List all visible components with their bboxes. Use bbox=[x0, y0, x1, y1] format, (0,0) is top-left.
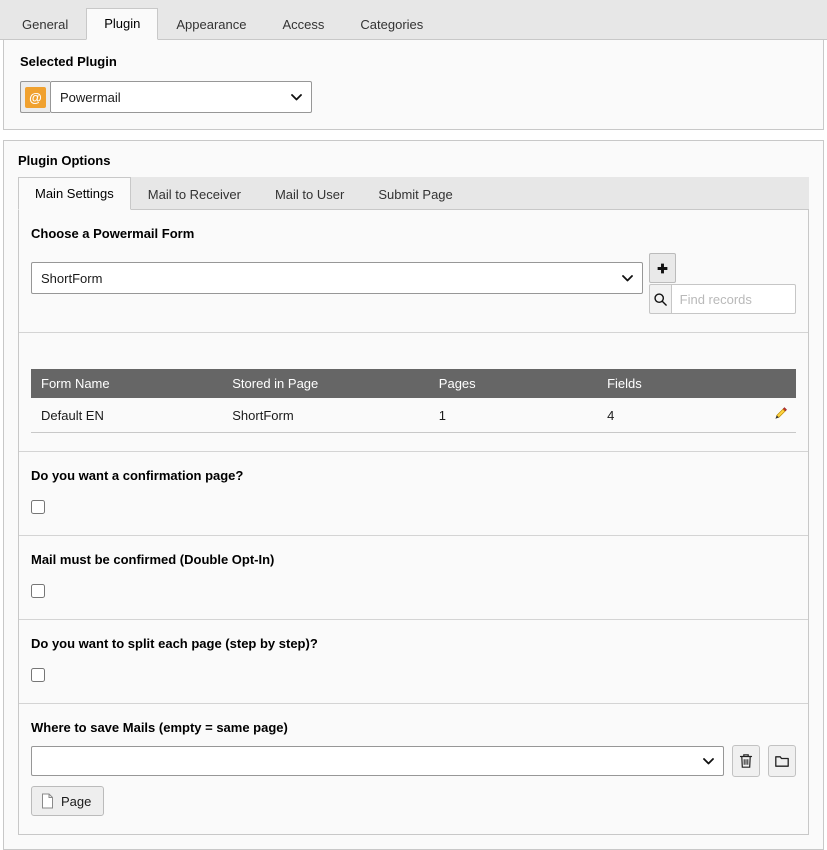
col-header-form-name: Form Name bbox=[31, 369, 222, 398]
powermail-form-value: ShortForm bbox=[41, 271, 102, 286]
search-icon bbox=[653, 292, 668, 307]
search-button[interactable] bbox=[649, 284, 672, 314]
cell-fields: 4 bbox=[597, 398, 750, 433]
selected-plugin-select[interactable]: Powermail bbox=[50, 81, 312, 113]
plugin-icon-addon: @ bbox=[20, 81, 50, 113]
split-pages-heading: Do you want to split each page (step by … bbox=[31, 636, 796, 651]
page-button-label: Page bbox=[61, 794, 91, 809]
chevron-down-icon bbox=[703, 758, 714, 765]
double-optin-section: Mail must be confirmed (Double Opt-In) bbox=[19, 535, 808, 619]
plugin-options-tabbar: Main Settings Mail to Receiver Mail to U… bbox=[18, 177, 809, 210]
forms-table-header-row: Form Name Stored in Page Pages Fields bbox=[31, 369, 796, 398]
save-mails-select[interactable] bbox=[31, 746, 724, 776]
confirmation-page-checkbox[interactable] bbox=[31, 500, 45, 514]
cell-stored-in-page: ShortForm bbox=[222, 398, 429, 433]
cell-pages: 1 bbox=[429, 398, 597, 433]
selected-plugin-heading: Selected Plugin bbox=[20, 54, 807, 69]
tab-mail-to-receiver[interactable]: Mail to Receiver bbox=[131, 178, 258, 210]
plus-icon bbox=[656, 262, 669, 275]
page-button[interactable]: Page bbox=[31, 786, 104, 816]
tab-main-settings[interactable]: Main Settings bbox=[18, 177, 131, 210]
col-header-pages: Pages bbox=[429, 369, 597, 398]
plugin-options-heading: Plugin Options bbox=[18, 153, 809, 168]
cell-form-name: Default EN bbox=[31, 398, 222, 433]
main-settings-content: Choose a Powermail Form ShortForm bbox=[18, 210, 809, 835]
tab-appearance[interactable]: Appearance bbox=[158, 9, 264, 40]
tab-access[interactable]: Access bbox=[265, 9, 343, 40]
col-header-fields: Fields bbox=[597, 369, 750, 398]
split-pages-section: Do you want to split each page (step by … bbox=[19, 619, 808, 703]
edit-form-button[interactable] bbox=[773, 406, 788, 421]
save-mails-heading: Where to save Mails (empty = same page) bbox=[31, 720, 796, 735]
tab-categories[interactable]: Categories bbox=[342, 9, 441, 40]
powermail-form-select[interactable]: ShortForm bbox=[31, 262, 643, 294]
tab-plugin[interactable]: Plugin bbox=[86, 8, 158, 40]
split-pages-checkbox[interactable] bbox=[31, 668, 45, 682]
tab-general[interactable]: General bbox=[4, 9, 86, 40]
save-mails-section: Where to save Mails (empty = same page) bbox=[19, 703, 808, 834]
forms-table: Form Name Stored in Page Pages Fields De… bbox=[31, 369, 796, 433]
table-row: Default EN ShortForm 1 4 bbox=[31, 398, 796, 433]
page-icon bbox=[41, 793, 54, 809]
pencil-icon bbox=[773, 406, 788, 421]
chevron-down-icon bbox=[291, 94, 302, 101]
col-header-edit bbox=[750, 369, 796, 398]
confirmation-page-section: Do you want a confirmation page? bbox=[19, 451, 808, 535]
tab-submit-page[interactable]: Submit Page bbox=[361, 178, 469, 210]
clear-selection-button[interactable] bbox=[732, 745, 760, 777]
choose-form-heading: Choose a Powermail Form bbox=[31, 226, 796, 241]
forms-table-section: Form Name Stored in Page Pages Fields De… bbox=[19, 332, 808, 451]
confirmation-page-heading: Do you want a confirmation page? bbox=[31, 468, 796, 483]
double-optin-heading: Mail must be confirmed (Double Opt-In) bbox=[31, 552, 796, 567]
browse-pages-button[interactable] bbox=[768, 745, 796, 777]
col-header-stored-in-page: Stored in Page bbox=[222, 369, 429, 398]
tab-mail-to-user[interactable]: Mail to User bbox=[258, 178, 361, 210]
add-record-button[interactable] bbox=[649, 253, 676, 283]
chevron-down-icon bbox=[622, 275, 633, 282]
selected-plugin-panel: Selected Plugin @ Powermail bbox=[3, 40, 824, 130]
record-search-group bbox=[649, 284, 796, 314]
find-records-input[interactable] bbox=[672, 284, 796, 314]
selected-plugin-value: Powermail bbox=[60, 90, 121, 105]
trash-icon bbox=[739, 753, 753, 769]
record-tabbar: General Plugin Appearance Access Categor… bbox=[0, 0, 827, 40]
folder-icon bbox=[774, 754, 790, 768]
plugin-options-panel: Plugin Options Main Settings Mail to Rec… bbox=[3, 140, 824, 850]
double-optin-checkbox[interactable] bbox=[31, 584, 45, 598]
powermail-at-icon: @ bbox=[25, 87, 46, 108]
selected-plugin-group: @ Powermail bbox=[20, 81, 312, 113]
choose-form-section: Choose a Powermail Form ShortForm bbox=[19, 210, 808, 332]
